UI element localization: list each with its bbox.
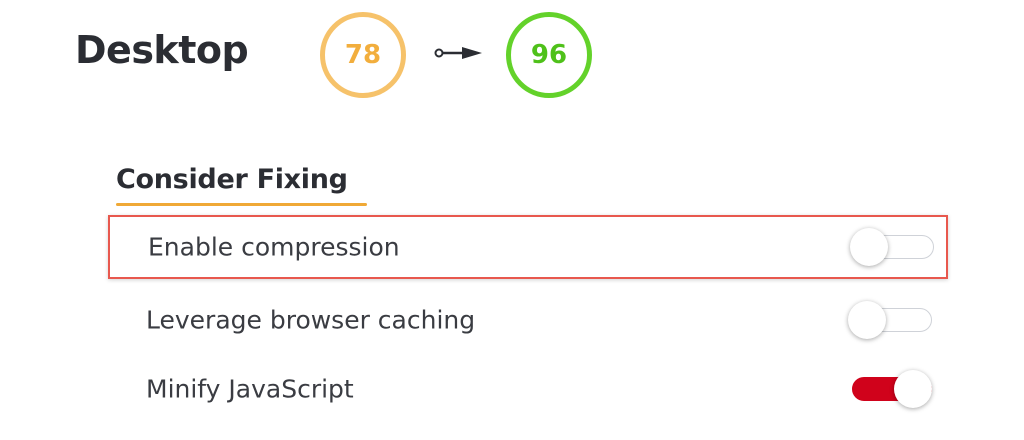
section-title: Consider Fixing	[116, 164, 348, 195]
score-after-badge: 96	[506, 12, 592, 98]
page: Desktop 78 96 Consider Fixing Enable com…	[0, 0, 1024, 440]
list-item-minify-javascript: Minify JavaScript	[108, 357, 948, 421]
toggle-knob	[894, 370, 932, 408]
section-underline	[116, 203, 367, 206]
arrow-right-icon	[434, 47, 482, 59]
item-label: Leverage browser caching	[146, 305, 476, 335]
minify-javascript-toggle[interactable]	[848, 369, 932, 409]
page-title: Desktop	[75, 28, 249, 72]
toggle-knob	[850, 228, 888, 266]
score-before-badge: 78	[320, 12, 406, 98]
enable-compression-toggle[interactable]	[850, 227, 934, 267]
leverage-browser-caching-toggle[interactable]	[848, 300, 932, 340]
item-label: Enable compression	[148, 232, 400, 262]
list-item-leverage-browser-caching: Leverage browser caching	[108, 288, 948, 352]
item-label: Minify JavaScript	[146, 374, 354, 404]
list-item-enable-compression: Enable compression	[108, 215, 948, 279]
toggle-knob	[848, 301, 886, 339]
